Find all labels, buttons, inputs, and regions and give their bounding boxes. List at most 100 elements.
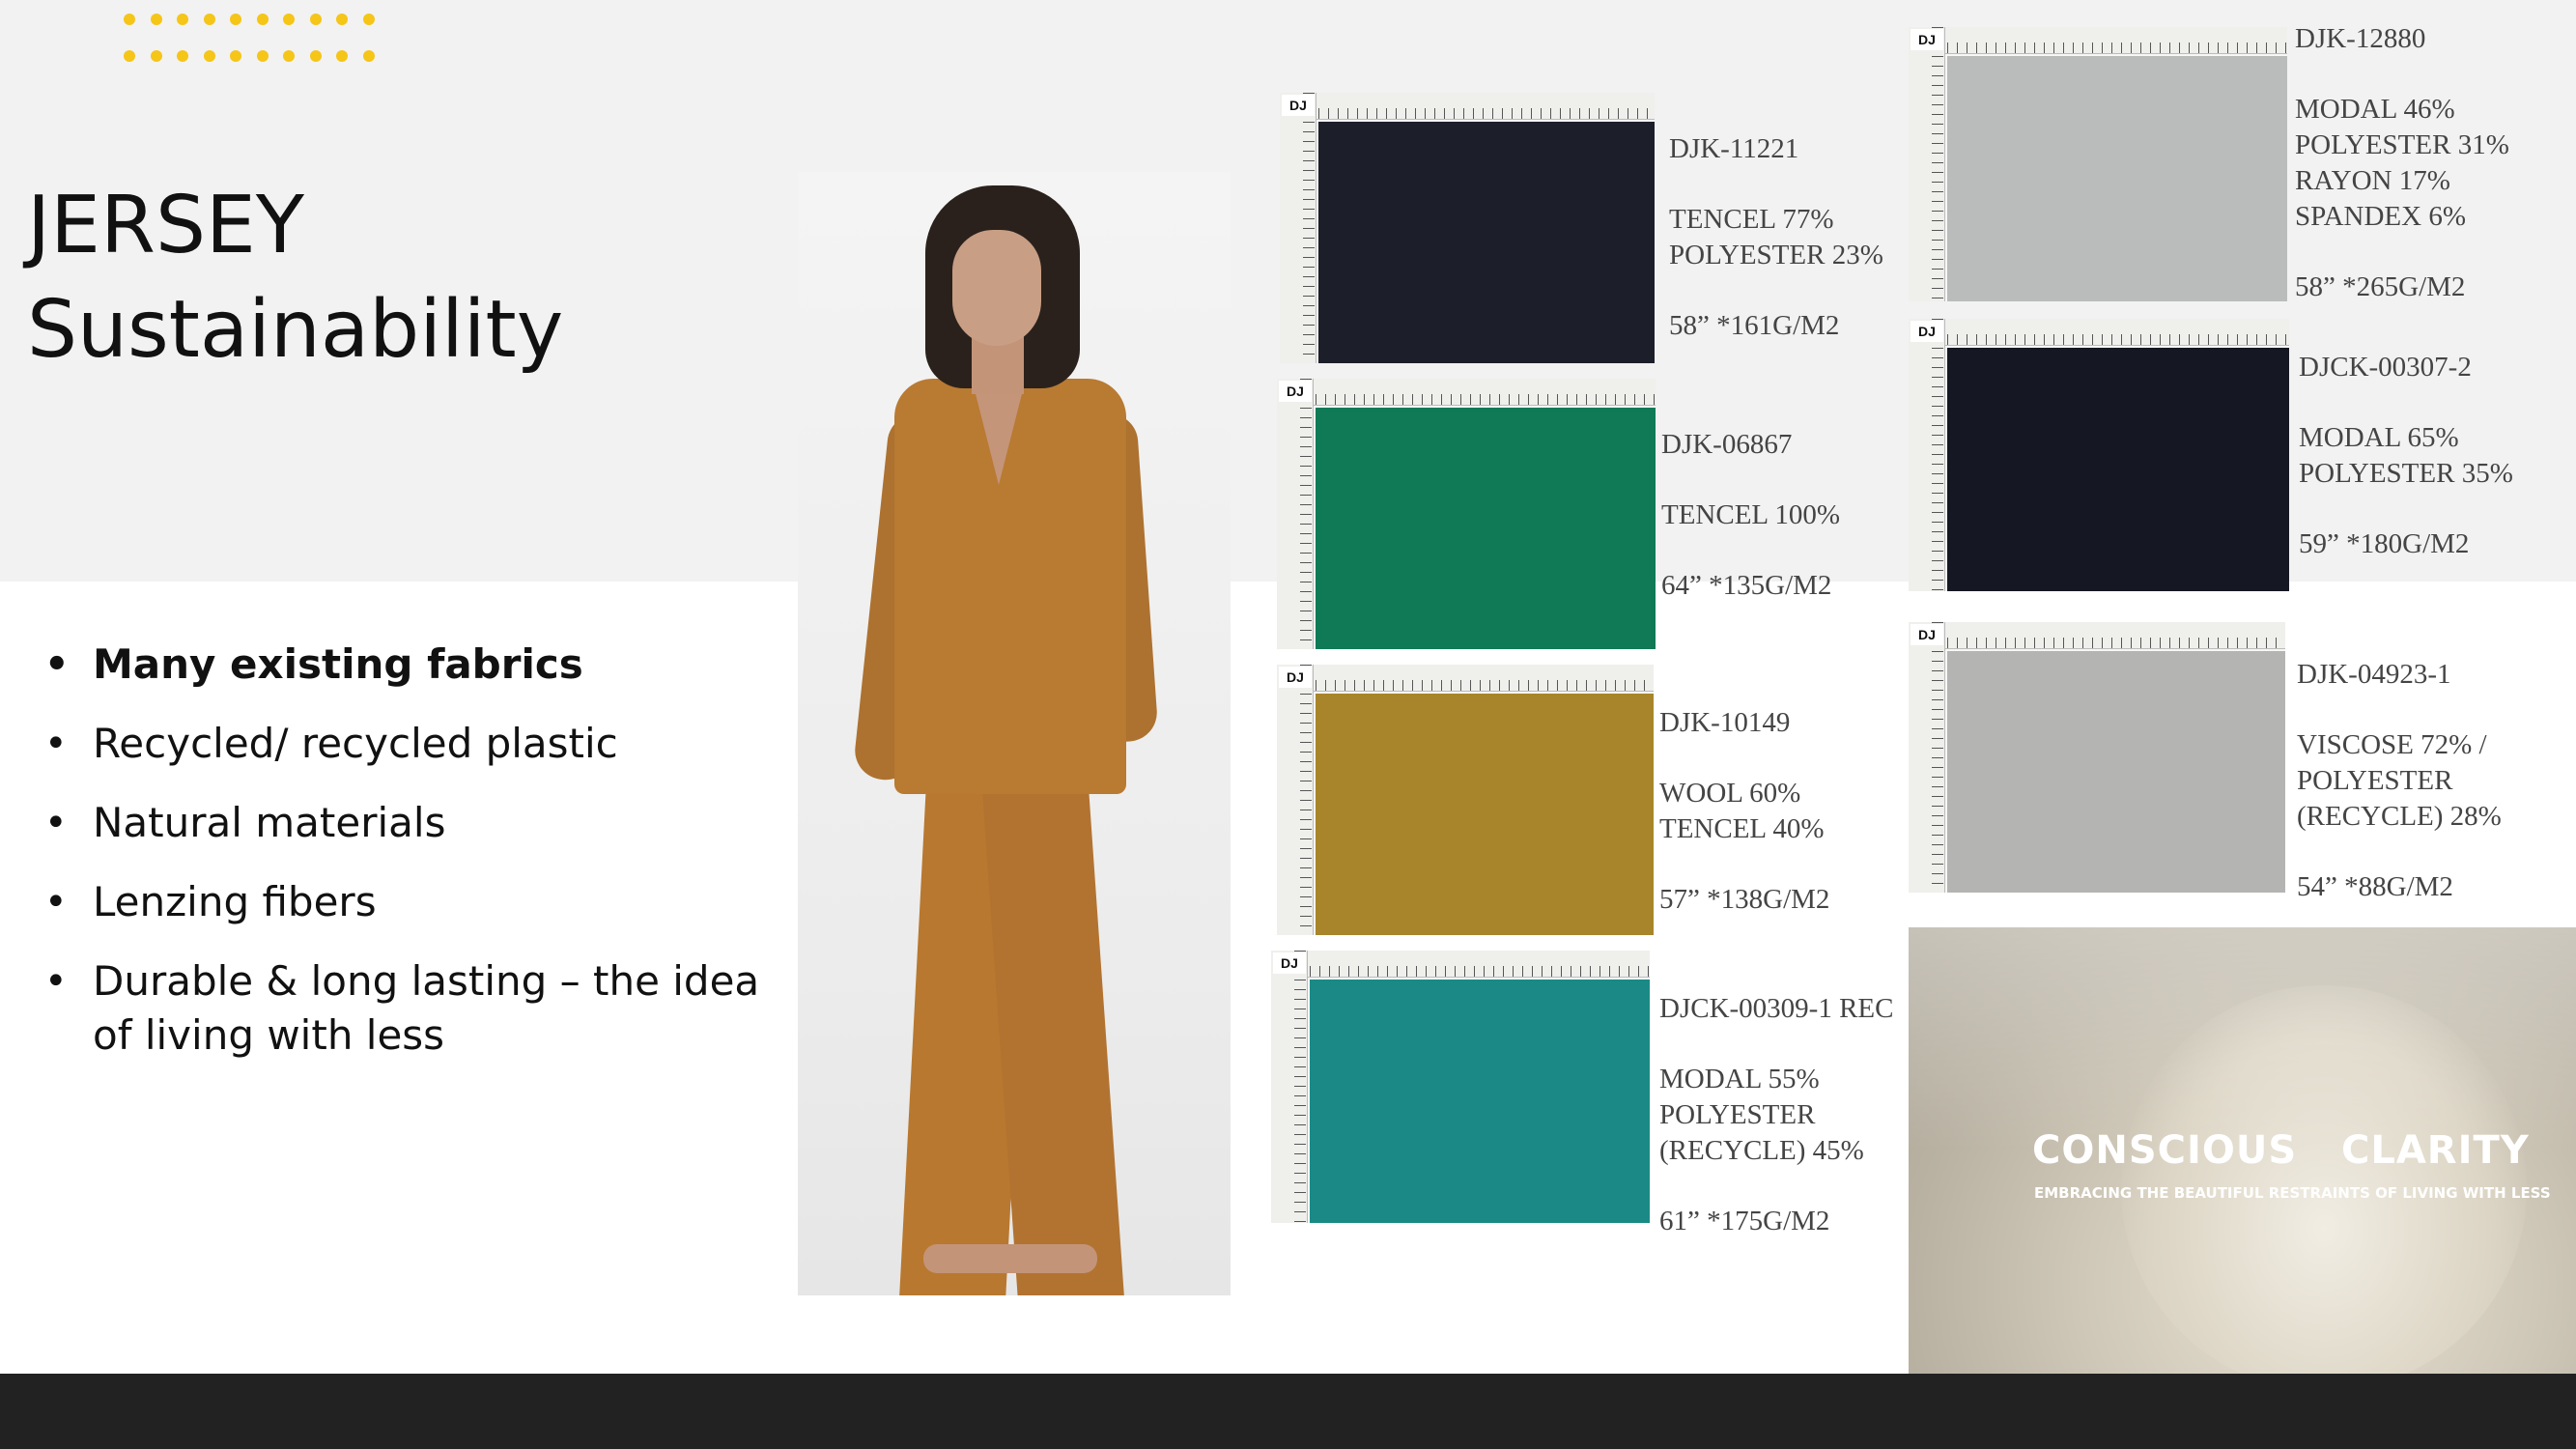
- swatch-composition: POLYESTER: [1659, 1099, 1816, 1130]
- swatch-label: DJCK-00309-1 REC MODAL 55% POLYESTER (RE…: [1659, 991, 1893, 1239]
- decorative-dot: [124, 50, 135, 62]
- decorative-dot: [177, 14, 188, 25]
- ruler-top: [1271, 951, 1650, 978]
- decorative-dot: [283, 14, 295, 25]
- swatch-code: DJK-06867: [1661, 429, 1793, 460]
- decorative-dot: [124, 14, 135, 25]
- decorative-dot: [309, 14, 322, 25]
- ruler-top: [1909, 319, 2289, 346]
- decorative-dot: [336, 50, 348, 62]
- fabric-swatch: DJ: [1909, 319, 2289, 591]
- swatch-composition: TENCEL 40%: [1659, 813, 1825, 844]
- bullet-list: Many existing fabrics Recycled/ recycled…: [44, 638, 807, 1088]
- swatch-weight: 54” *88G/M2: [2297, 871, 2453, 902]
- fabric-swatch: DJ: [1909, 27, 2287, 301]
- swatch-code: DJCK-00307-2: [2299, 352, 2472, 383]
- swatch-composition: MODAL 65%: [2299, 422, 2459, 453]
- swatch-composition: (RECYCLE) 45%: [1659, 1135, 1864, 1166]
- fabric-sample: [1316, 694, 1654, 935]
- swatch-label: DJK-10149 WOOL 60% TENCEL 40% 57” *138G/…: [1659, 705, 1829, 918]
- slide-title: JERSEY Sustainability: [27, 174, 563, 383]
- ruler-left: [1277, 665, 1314, 935]
- swatch-logo: DJ: [1911, 29, 1943, 50]
- swatch-logo: DJ: [1273, 952, 1306, 974]
- photo-feet: [923, 1244, 1097, 1273]
- ruler-left: [1909, 319, 1945, 591]
- ruler-left: [1909, 27, 1945, 301]
- swatch-weight: 61” *175G/M2: [1659, 1206, 1830, 1236]
- fabric-sample: [1947, 651, 2285, 893]
- decorative-dot: [203, 50, 215, 62]
- clarity-title-word-1: CONSCIOUS: [2032, 1128, 2298, 1173]
- fabric-sample: [1318, 122, 1655, 363]
- swatch-label: DJK-04923-1 VISCOSE 72% / POLYESTER (REC…: [2297, 657, 2502, 905]
- model-photo: [798, 172, 1231, 1295]
- ruler-left: [1277, 379, 1314, 649]
- title-line-1: JERSEY: [27, 180, 304, 271]
- bullet-item: Many existing fabrics: [44, 638, 807, 692]
- decorative-dot: [230, 50, 241, 62]
- swatch-label: DJK-11221 TENCEL 77% POLYESTER 23% 58” *…: [1669, 131, 1883, 344]
- swatch-code: DJK-04923-1: [2297, 659, 2451, 690]
- decorative-dot: [150, 14, 162, 25]
- ruler-top: [1909, 27, 2287, 54]
- swatch-composition: MODAL 55%: [1659, 1064, 1820, 1094]
- ruler-top: [1277, 665, 1654, 692]
- clarity-subtitle: EMBRACING THE BEAUTIFUL RESTRAINTS OF LI…: [2034, 1184, 2551, 1202]
- swatch-label: DJK-06867 TENCEL 100% 64” *135G/M2: [1661, 427, 1840, 604]
- swatch-logo: DJ: [1279, 667, 1312, 688]
- swatch-composition: RAYON 17%: [2295, 165, 2450, 196]
- bullet-item: Natural materials: [44, 796, 807, 850]
- swatch-weight: 57” *138G/M2: [1659, 884, 1830, 915]
- fabric-swatch: DJ: [1271, 951, 1650, 1223]
- fabric-sample: [1947, 56, 2287, 301]
- footer-bar: [0, 1374, 2576, 1449]
- decorative-dot: [309, 50, 322, 62]
- swatch-composition: POLYESTER 35%: [2299, 458, 2513, 489]
- swatch-weight: 58” *161G/M2: [1669, 310, 1840, 341]
- ruler-left: [1271, 951, 1308, 1223]
- decorative-dot: [256, 14, 269, 25]
- decorative-dot: [177, 50, 188, 62]
- swatch-composition: POLYESTER 23%: [1669, 240, 1883, 270]
- photo-face: [952, 230, 1041, 346]
- clarity-title: CONSCIOUS CLARITY: [2032, 1128, 2554, 1173]
- decorative-dot: [150, 50, 162, 62]
- swatch-composition: POLYESTER 31%: [2295, 129, 2509, 160]
- decorative-dot: [336, 14, 348, 25]
- conscious-clarity-image: CONSCIOUS CLARITY EMBRACING THE BEAUTIFU…: [1909, 927, 2576, 1374]
- decorative-dot: [256, 50, 269, 62]
- swatch-logo: DJ: [1911, 624, 1943, 645]
- ruler-left: [1909, 622, 1945, 893]
- swatch-logo: DJ: [1282, 95, 1315, 116]
- swatch-weight: 58” *265G/M2: [2295, 271, 2466, 302]
- fabric-swatch: DJ: [1280, 93, 1655, 363]
- title-line-2: Sustainability: [27, 284, 564, 376]
- ruler-left: [1280, 93, 1316, 363]
- swatch-label: DJK-12880 MODAL 46% POLYESTER 31% RAYON …: [2295, 21, 2509, 305]
- fabric-swatch: DJ: [1909, 622, 2285, 893]
- decorative-dots: [124, 14, 384, 71]
- photo-neckline: [972, 379, 1026, 485]
- swatch-code: DJK-11221: [1669, 133, 1799, 164]
- swatch-composition: TENCEL 77%: [1669, 204, 1834, 235]
- fabric-swatch: DJ: [1277, 665, 1654, 935]
- swatch-composition: MODAL 46%: [2295, 94, 2455, 125]
- swatch-code: DJCK-00309-1 REC: [1659, 993, 1894, 1024]
- swatch-code: DJK-10149: [1659, 707, 1791, 738]
- swatch-weight: 64” *135G/M2: [1661, 570, 1832, 601]
- decorative-dot: [362, 14, 375, 25]
- swatch-composition: SPANDEX 6%: [2295, 201, 2466, 232]
- fabric-swatch: DJ: [1277, 379, 1656, 649]
- fabric-sample: [1947, 348, 2289, 591]
- decorative-dot: [203, 14, 215, 25]
- swatch-weight: 59” *180G/M2: [2299, 528, 2470, 559]
- bullet-item: Recycled/ recycled plastic: [44, 717, 807, 771]
- swatch-composition: TENCEL 100%: [1661, 499, 1840, 530]
- swatch-composition: POLYESTER: [2297, 765, 2453, 796]
- swatch-logo: DJ: [1279, 381, 1312, 402]
- ruler-top: [1277, 379, 1656, 406]
- ruler-top: [1909, 622, 2285, 649]
- swatch-composition: (RECYCLE) 28%: [2297, 801, 2502, 832]
- swatch-label: DJCK-00307-2 MODAL 65% POLYESTER 35% 59”…: [2299, 350, 2513, 562]
